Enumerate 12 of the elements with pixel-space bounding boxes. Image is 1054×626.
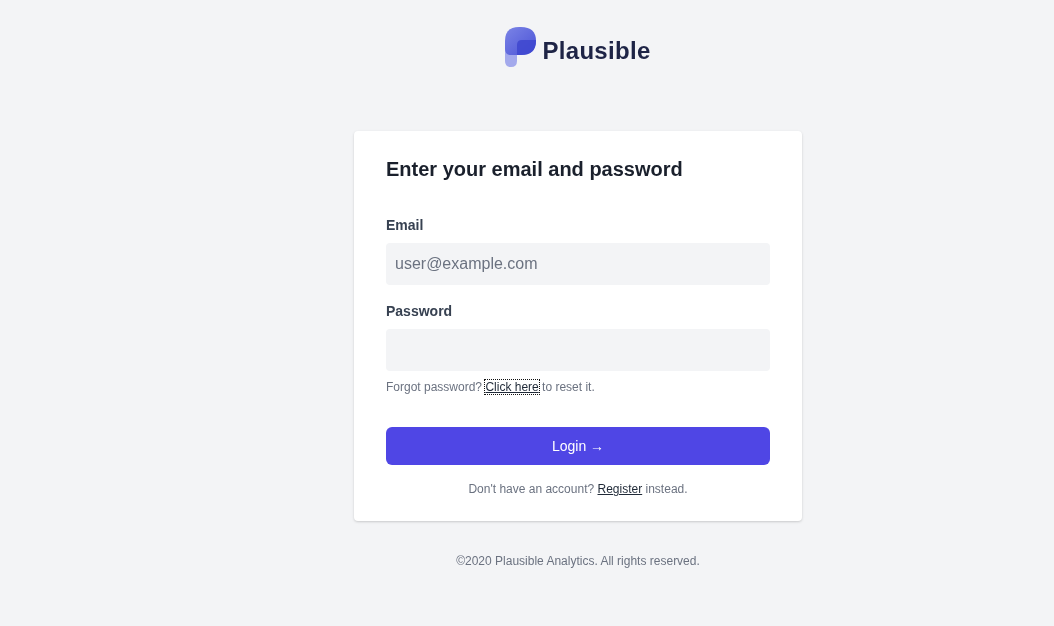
field-label: Password <box>386 302 454 321</box>
logo-icon <box>505 27 537 67</box>
login-button[interactable]: Login → <box>386 427 770 465</box>
logo-wordmark: Plausible <box>542 37 651 65</box>
input-field[interactable]: user@example.com <box>386 243 770 285</box>
copyright-text: ©2020 Plausible Analytics. All rights reserved. <box>456 553 700 569</box>
register-text: Don't have an account? Register instead. <box>467 481 689 497</box>
register-link[interactable]: Register <box>597 482 643 496</box>
field-label: Email <box>386 216 425 235</box>
reset-link[interactable]: Click here <box>485 380 539 394</box>
forgot-password-text: Forgot password? Click here to reset it. <box>386 379 596 395</box>
form-title: Enter your email and password <box>386 157 684 182</box>
